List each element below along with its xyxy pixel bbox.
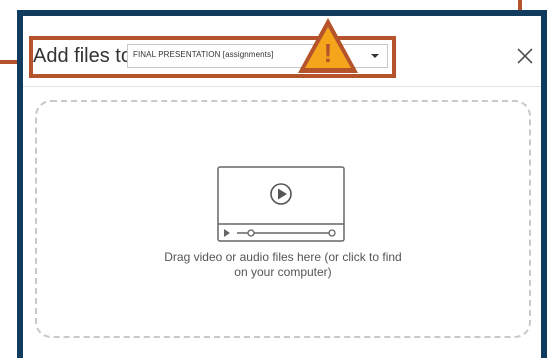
file-drop-zone[interactable]: Drag video or audio files here (or click… (35, 100, 531, 338)
close-button[interactable] (515, 46, 535, 66)
drop-zone-line-2: on your computer) (234, 265, 332, 279)
screenshot-stage: Add files to FINAL PRESENTATION [assignm… (0, 0, 558, 358)
drop-zone-instructions: Drag video or audio files here (or click… (37, 250, 529, 280)
library-select-value: FINAL PRESENTATION [assignments] (133, 50, 274, 59)
warning-exclamation: ! (324, 38, 333, 68)
seek-end (328, 229, 336, 237)
close-icon (517, 48, 533, 64)
dialog-header: Add files to FINAL PRESENTATION [assignm… (23, 16, 541, 87)
warning-triangle-icon: ! (298, 18, 358, 73)
seek-handle (247, 229, 255, 237)
dialog-title: Add files to (33, 45, 132, 67)
chevron-down-icon (371, 54, 379, 58)
add-files-dialog: Add files to FINAL PRESENTATION [assignm… (17, 10, 547, 358)
video-player-icon (217, 166, 345, 242)
drop-zone-line-1: Drag video or audio files here (or click… (164, 250, 402, 264)
